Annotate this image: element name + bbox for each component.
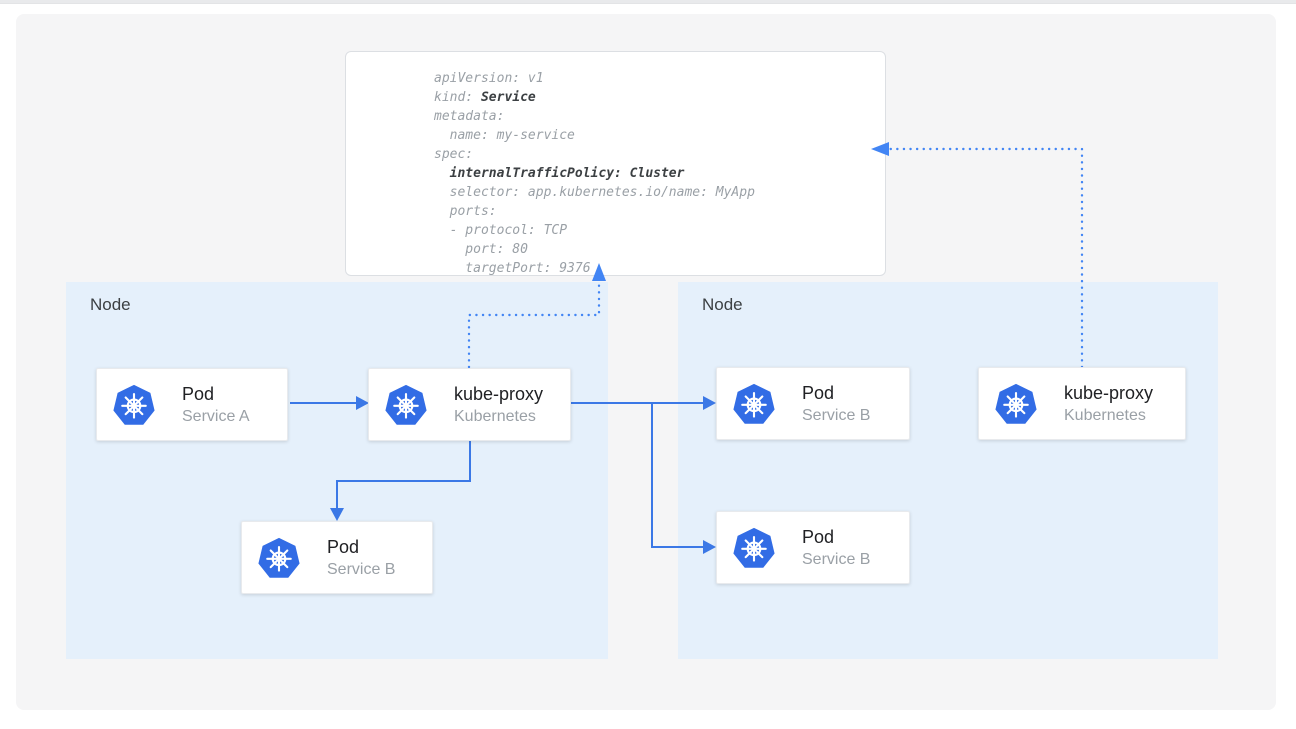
card-pod-service-b-left: Pod Service B — [241, 521, 433, 594]
card-pod-service-a: Pod Service A — [96, 368, 288, 441]
yaml-line: - protocol: TCP — [434, 221, 885, 240]
kubernetes-icon — [733, 383, 775, 425]
card-subtitle: Service A — [182, 406, 250, 427]
yaml-line: metadata: — [434, 107, 885, 126]
yaml-line: ports: — [434, 202, 885, 221]
yaml-line: name: my-service — [434, 126, 885, 145]
yaml-line: targetPort: 9376 — [434, 259, 885, 278]
kubernetes-icon — [258, 537, 300, 579]
card-kube-proxy-right: kube-proxy Kubernetes — [978, 367, 1186, 440]
yaml-line: spec: — [434, 145, 885, 164]
card-subtitle: Service B — [327, 559, 395, 580]
diagram-canvas: apiVersion: v1 kind: Service metadata: n… — [0, 0, 1296, 729]
card-pod-service-b-right-bottom: Pod Service B — [716, 511, 910, 584]
kubernetes-icon — [113, 384, 155, 426]
card-title: Pod — [327, 536, 395, 559]
node-right: Node — [678, 282, 1218, 659]
card-subtitle: Kubernetes — [1064, 405, 1153, 426]
yaml-line: apiVersion: v1 — [434, 69, 885, 88]
service-yaml-panel: apiVersion: v1 kind: Service metadata: n… — [345, 51, 886, 276]
node-left-label: Node — [90, 295, 131, 315]
yaml-line-internal-traffic-policy: internalTrafficPolicy: Cluster — [434, 164, 885, 183]
card-title: Pod — [802, 382, 870, 405]
card-pod-service-b-right-top: Pod Service B — [716, 367, 910, 440]
node-left: Node — [66, 282, 608, 659]
card-subtitle: Service B — [802, 405, 870, 426]
card-title: Pod — [802, 526, 870, 549]
kubernetes-icon — [733, 527, 775, 569]
card-subtitle: Service B — [802, 549, 870, 570]
node-right-label: Node — [702, 295, 743, 315]
card-title: kube-proxy — [1064, 382, 1153, 405]
card-subtitle: Kubernetes — [454, 406, 543, 427]
card-title: kube-proxy — [454, 383, 543, 406]
top-divider — [0, 0, 1296, 4]
card-title: Pod — [182, 383, 250, 406]
yaml-line: selector: app.kubernetes.io/name: MyApp — [434, 183, 885, 202]
yaml-line: port: 80 — [434, 240, 885, 259]
kubernetes-icon — [385, 384, 427, 426]
card-kube-proxy-left: kube-proxy Kubernetes — [368, 368, 571, 441]
kubernetes-icon — [995, 383, 1037, 425]
yaml-line: kind: Service — [434, 88, 885, 107]
